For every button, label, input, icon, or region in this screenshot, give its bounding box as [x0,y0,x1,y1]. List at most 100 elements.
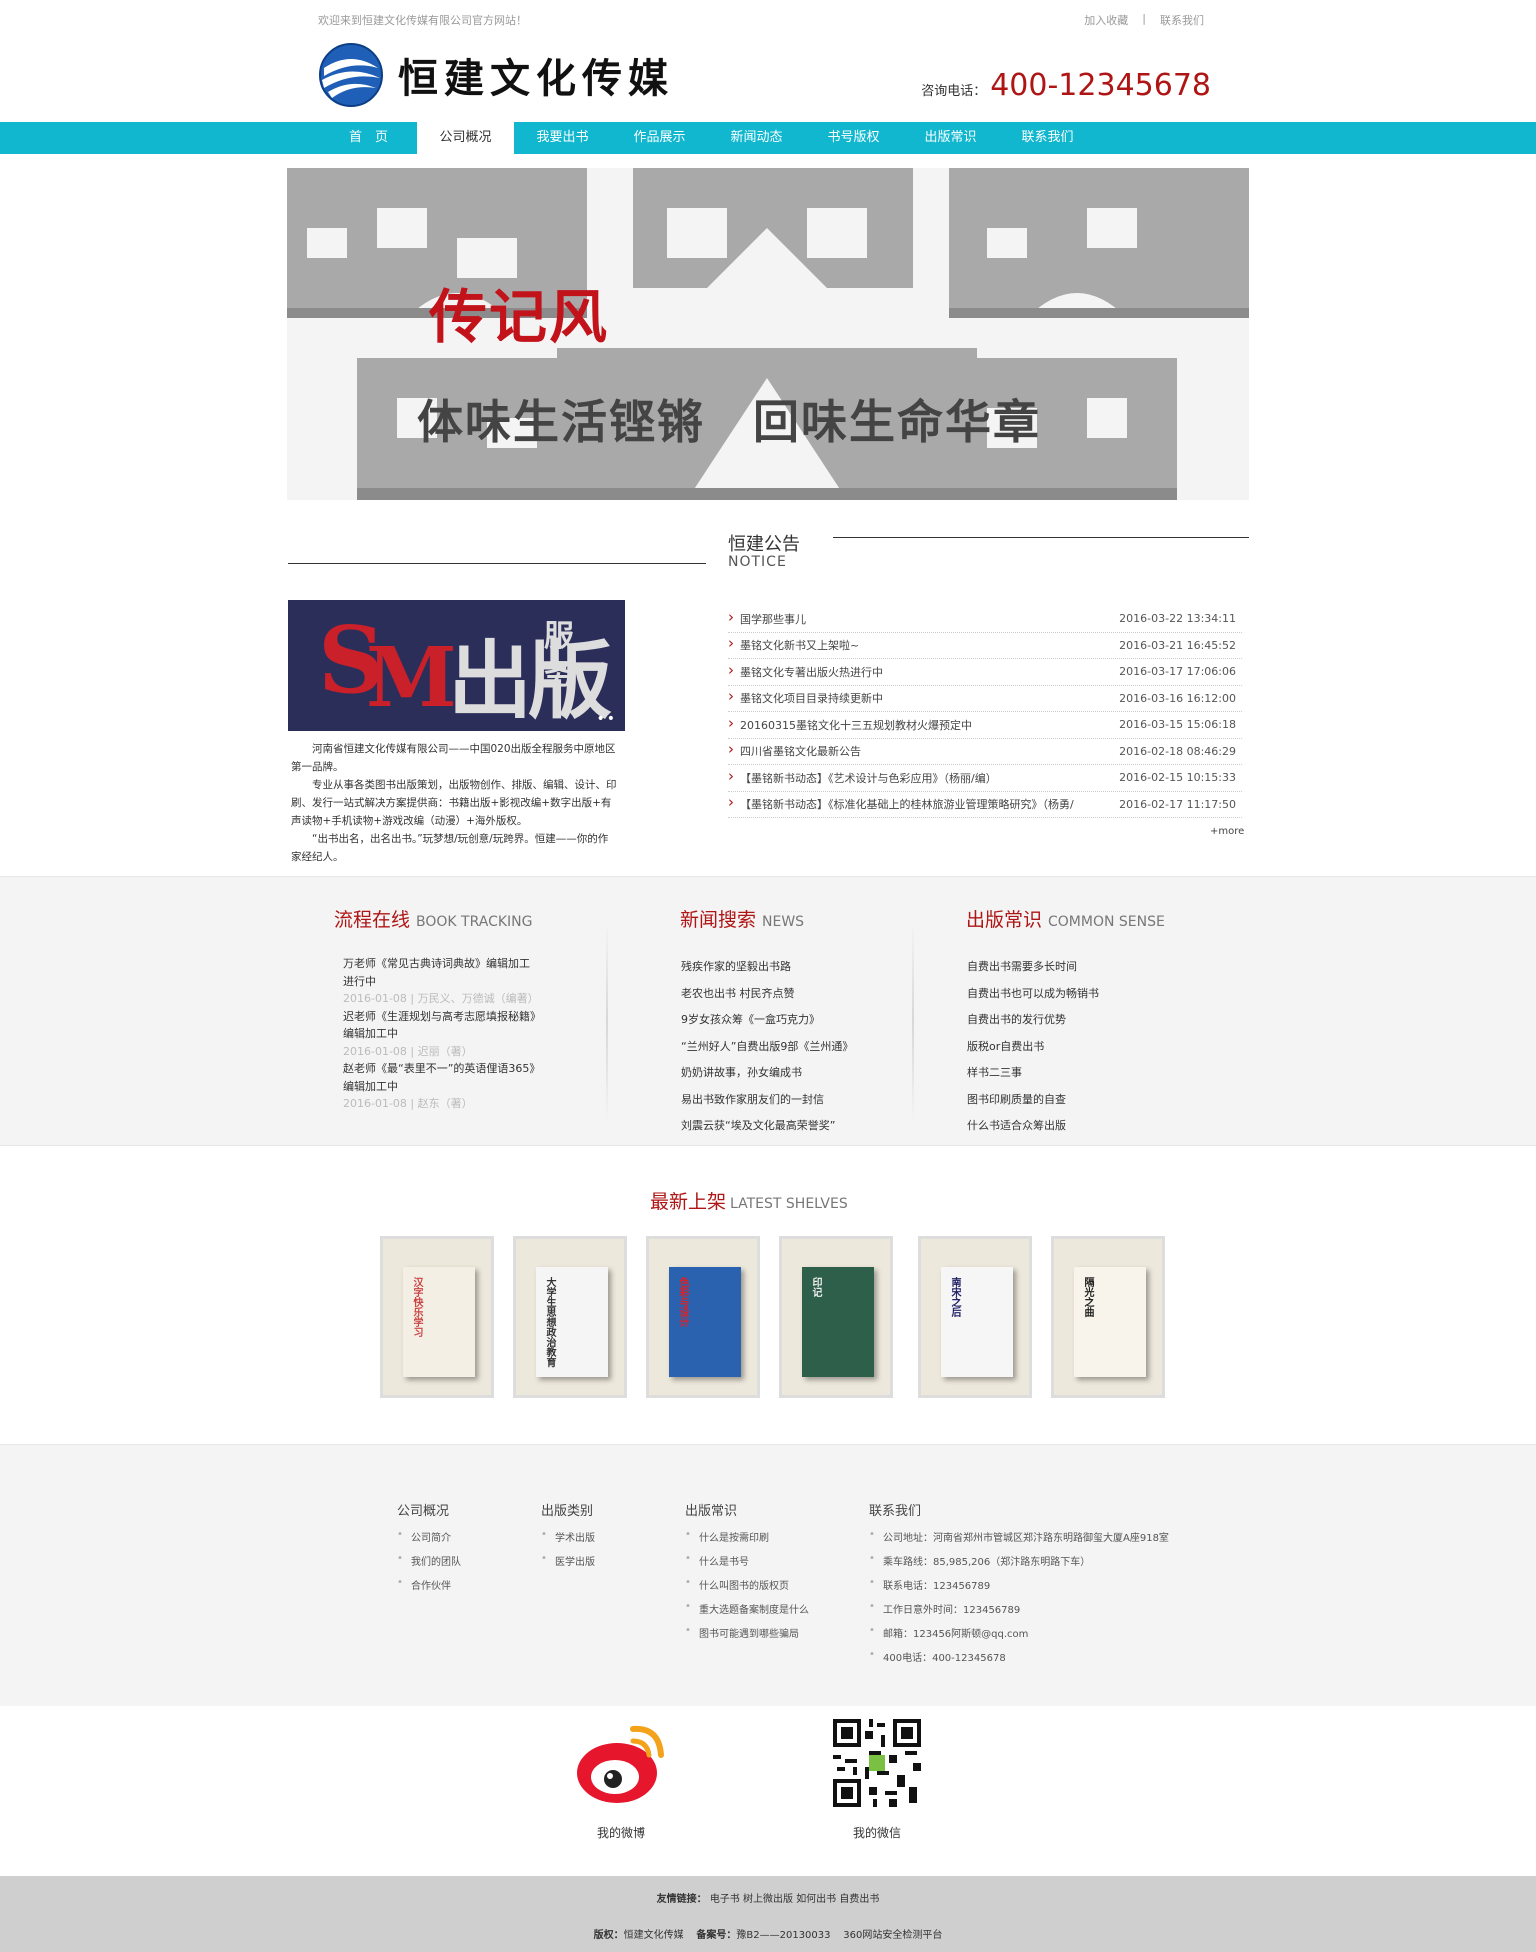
footer-link[interactable]: 什么是按需印刷 [685,1529,809,1553]
banner-title: 传记风 [429,283,610,351]
notice-item[interactable]: 墨铭文化项目目录持续更新中 2016-03-16 16:12:00 [728,686,1242,712]
tracking-title-cn: 流程在线 [334,909,411,931]
footer-link[interactable]: 什么是书号 [685,1553,809,1577]
notice-item[interactable]: 【墨铭新书动态】《标准化基础上的桂林旅游业管理策略研究》（杨勇/2016-02-… [728,792,1242,818]
footer-col-company: 公司概况 公司简介 我们的团队 合作伙伴 [397,1500,461,1601]
add-favorite-link[interactable]: 加入收藏 [1084,12,1128,28]
footer-link[interactable]: 学术出版 [541,1529,595,1553]
notice-item[interactable]: 墨铭文化专著出版火热进行中 2016-03-17 17:06:06 [728,659,1242,686]
footer-link[interactable]: 重大选题备案制度是什么 [685,1601,809,1625]
friend-link[interactable]: 自费出书 [839,1894,879,1905]
news-item[interactable]: “兰州好人”自费出版9部《兰州通》 [681,1038,853,1065]
book-card[interactable]: 印记 [779,1236,893,1398]
friend-link[interactable]: 树上微出版 [743,1894,793,1905]
book-card[interactable]: 汉字快乐学习 [380,1236,494,1398]
shelves-title-cn: 最新上架 [650,1191,727,1213]
notice-item-title: 墨铭文化项目目录持续更新中 [728,690,883,706]
top-link-separator: | [1142,12,1146,25]
tracking-title-en: BOOK TRACKING [416,914,533,930]
nav-item-knowledge[interactable]: 出版常识 [902,122,999,154]
news-item[interactable]: 残疾作家的坚毅出书路 [681,958,853,985]
notice-item-title: 国学那些事儿 [728,611,806,627]
nav-item-isbn[interactable]: 书号版权 [805,122,902,154]
book-cover: 大学生思想政治教育 [536,1267,608,1377]
nav-item-news[interactable]: 新闻动态 [708,122,805,154]
notice-item[interactable]: 墨铭文化新书又上架啦~ 2016-03-21 16:45:52 [728,633,1242,659]
news-item[interactable]: 刘震云获“埃及文化最高荣誉奖” [681,1117,853,1144]
footer-contact-item: 公司地址：河南省郑州市管城区郑汴路东明路御玺大厦A座918室 [869,1529,1169,1553]
book-cover-title: 南宋之后 [949,1277,960,1317]
notice-item-title: 四川省墨铭文化最新公告 [728,743,861,759]
wechat-block[interactable]: 我的微信 [829,1715,925,1841]
hero-banner[interactable]: 传记风 体味生活铿锵 回味生命华章 [287,168,1249,500]
tracking-item[interactable]: 迟老师《生涯规划与高考志愿填报秘籍》编辑加工中 [343,1008,539,1043]
book-card[interactable]: 色彩与设计 [646,1236,760,1398]
notice-list: 国学那些事儿 2016-03-22 13:34:11 墨铭文化新书又上架啦~ 201… [728,606,1242,818]
footer-col-title: 公司概况 [397,1504,450,1519]
notice-subtitle: NOTICE [728,554,787,570]
nav-item-works[interactable]: 作品展示 [611,122,708,154]
notice-item[interactable]: 四川省墨铭文化最新公告 2016-02-18 08:46:29 [728,739,1242,765]
footer-link[interactable]: 医学出版 [541,1553,595,1577]
globe-logo-icon [319,43,383,107]
logo[interactable]: 恒建文化传媒 [318,42,674,108]
nav-item-publish[interactable]: 我要出书 [514,122,611,154]
news-item[interactable]: 奶奶讲故事，孙女编成书 [681,1064,853,1091]
footer-col-title: 出版类别 [541,1504,594,1519]
tracking-item[interactable]: 赵老师《最“表里不一”的英语俚语365》编辑加工中 [343,1060,539,1095]
sense-item[interactable]: 图书印刷质量的自查 [967,1091,1099,1118]
security-link[interactable]: 360网站安全检测平台 [843,1930,942,1941]
tracking-item[interactable]: 万老师《常见古典诗词典故》编辑加工进行中 [343,955,539,990]
tracking-list: 万老师《常见古典诗词典故》编辑加工进行中 2016-01-08 | 万民义、万德… [343,955,539,1113]
intro-paragraph: 专业从事各类图书出版策划，出版物创作、排版、编辑、设计、印刷、发行一站式解决方案… [291,779,617,827]
hotline-number: 400-12345678 [990,68,1211,103]
hotline-label: 咨询电话： [921,84,987,99]
hotline: 咨询电话： 400-12345678 [921,68,1211,103]
footer-col-knowledge: 出版常识 什么是按需印刷 什么是书号 什么叫图书的版权页 重大选题备案制度是什么… [685,1500,809,1649]
notice-item[interactable]: 【墨铭新书动态】《艺术设计与色彩应用》（杨丽/编） 2016-02-15 10:1… [728,765,1242,792]
notice-item-date: 2016-03-16 16:12:00 [1119,691,1236,705]
friend-link[interactable]: 电子书 [710,1894,740,1905]
sense-item[interactable]: 自费出书需要多长时间 [967,958,1099,985]
notice-item[interactable]: 20160315墨铭文化十三五规划教材火爆预定中 2016-03-15 15:06… [728,712,1242,739]
contact-link[interactable]: 联系我们 [1160,12,1204,28]
copyright-name: 恒建文化传媒 [623,1930,684,1941]
sense-item[interactable]: 版税or自费出书 [967,1038,1099,1065]
publishing-service-image[interactable]: S M 出版 服务 •• [288,600,625,731]
top-links: 加入收藏 | 联系我们 [1084,12,1204,28]
book-card[interactable]: 大学生思想政治教育 [513,1236,627,1398]
bottom-bar: 友情链接： 电子书 树上微出版 如何出书 自费出书 版权：恒建文化传媒 备案号：… [0,1876,1536,1952]
book-cover-title: 隔光之曲 [1082,1277,1093,1317]
weibo-block[interactable]: 我的微博 [573,1715,669,1841]
sense-item[interactable]: 样书二三事 [967,1064,1099,1091]
column-separator [606,922,608,1122]
sense-item[interactable]: 自费出书的发行优势 [967,1011,1099,1038]
footer-link[interactable]: 什么叫图书的版权页 [685,1577,809,1601]
book-card[interactable]: 南宋之后 [918,1236,1032,1398]
news-item[interactable]: 9岁女孩众筹《一盒巧克力》 [681,1011,853,1038]
nav-item-contact[interactable]: 联系我们 [999,122,1096,154]
footer-link[interactable]: 图书可能遇到哪些骗局 [685,1625,809,1649]
image-service-text: 服务 [544,619,574,692]
sense-item[interactable]: 什么书适合众筹出版 [967,1117,1099,1144]
book-card[interactable]: 隔光之曲 [1051,1236,1165,1398]
notice-more-link[interactable]: +more [1210,826,1244,837]
footer-contact-item: 乘车路线：85,985,206（郑汴路东明路下车） [869,1553,1169,1577]
nav-item-company[interactable]: 公司概况 [417,122,514,154]
news-item[interactable]: 老农也出书 村民齐点赞 [681,985,853,1012]
notice-item[interactable]: 国学那些事儿 2016-03-22 13:34:11 [728,606,1242,633]
news-item[interactable]: 易出书致作家朋友们的一封信 [681,1091,853,1118]
footer-link[interactable]: 公司简介 [397,1529,461,1553]
weibo-label: 我的微博 [596,1826,645,1840]
nav-item-home[interactable]: 首 页 [320,122,417,154]
shelves-title-en: LATEST SHELVES [730,1196,848,1212]
footer-link[interactable]: 合作伙伴 [397,1577,461,1601]
icp-label: 备案号： [696,1930,737,1941]
book-cover: 汉字快乐学习 [403,1267,475,1377]
book-cover: 隔光之曲 [1074,1267,1146,1377]
footer-link[interactable]: 我们的团队 [397,1553,461,1577]
footer-contact-item: 工作日意外时间：123456789 [869,1601,1169,1625]
friend-link[interactable]: 如何出书 [796,1894,836,1905]
book-shelf: 汉字快乐学习 大学生思想政治教育 色彩与设计 印记 南宋之后 隔光之曲 [380,1236,1165,1398]
sense-item[interactable]: 自费出书也可以成为畅销书 [967,985,1099,1012]
